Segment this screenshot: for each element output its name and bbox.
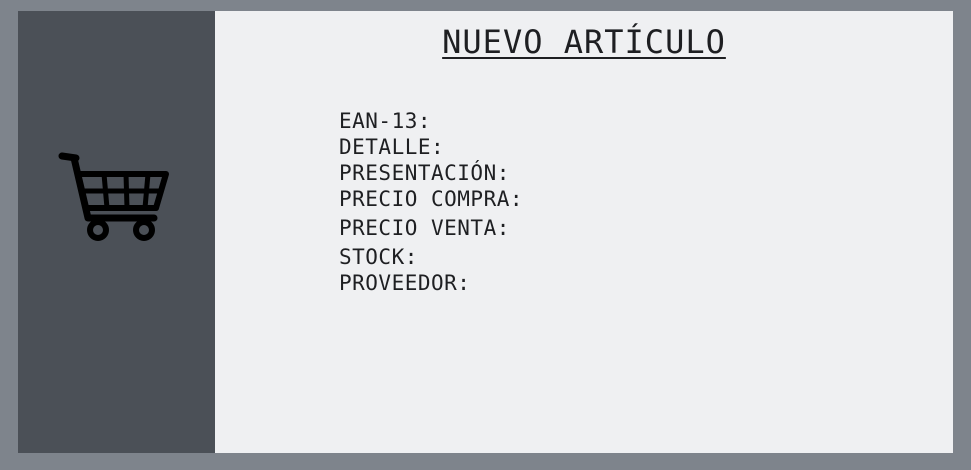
sidebar	[18, 11, 215, 453]
form-panel: NUEVO ARTÍCULO EAN-13: DETALLE: PRESENTA…	[215, 11, 953, 453]
field-label-presentacion: PRESENTACIÓN:	[339, 161, 510, 185]
field-list: EAN-13: DETALLE: PRESENTACIÓN: PRECIO CO…	[339, 108, 523, 296]
field-label-proveedor: PROVEEDOR:	[339, 271, 471, 295]
field-label-stock: STOCK:	[339, 245, 418, 269]
field-label-precio-compra: PRECIO COMPRA:	[339, 187, 524, 211]
field-label-ean13: EAN-13:	[339, 109, 432, 133]
shopping-cart-icon	[58, 152, 169, 241]
page-title: NUEVO ARTÍCULO	[215, 23, 953, 61]
page-title-text: NUEVO ARTÍCULO	[442, 23, 726, 61]
article-form-window: NUEVO ARTÍCULO EAN-13: DETALLE: PRESENTA…	[18, 11, 953, 453]
field-label-precio-venta: PRECIO VENTA:	[339, 216, 510, 240]
field-label-detalle: DETALLE:	[339, 135, 445, 159]
